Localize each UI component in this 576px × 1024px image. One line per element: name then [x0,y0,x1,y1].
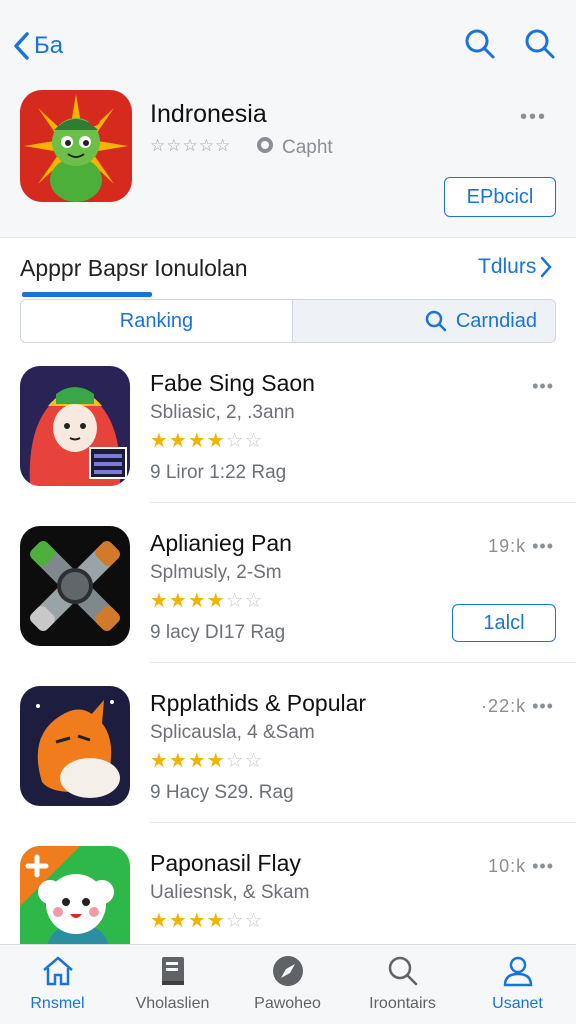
book-icon [161,957,184,985]
app-title: Rpplathids & Popular [150,690,367,716]
section-header: Apppr Bapsr Ionulolan Tdlurs [0,238,576,294]
app-title: Fabe Sing Saon [150,370,315,396]
tab-search-label: Carndiad [455,309,537,332]
more-options-icon[interactable]: 19:k ••• [488,536,554,557]
home-icon [42,956,73,986]
divider [150,822,576,823]
tab-search[interactable]: Carndiad [293,300,555,342]
tab-explore[interactable]: Pawoheo [230,945,345,1024]
get-button[interactable]: 1alcl [452,604,556,642]
app-meta: 9 lacy DI17 Rag [150,622,286,643]
app-title: Aplianieg Pan [150,530,292,556]
see-all-link[interactable]: Tdlurs [478,255,553,279]
tab-label: Usanet [492,995,543,1012]
search-icon [388,956,417,986]
featured-app-get-button[interactable]: EPbcicl [444,177,556,217]
person-icon [503,956,532,987]
compass-icon [272,956,303,986]
tab-label: Rnsmel [30,995,85,1012]
section-title: Apppr Bapsr Ionulolan [20,255,248,281]
featured-app-subtitle: Capht [282,137,333,158]
list-item[interactable]: Fabe Sing Saon Sbliasic, 2, .3ann ★★★★☆☆… [0,350,576,510]
app-subtitle: Splmusly, 2-Sm [150,562,282,583]
app-icon [20,526,130,646]
tab-search[interactable]: Iroontairs [345,945,460,1024]
search-icon[interactable] [522,26,558,62]
app-meta: 9 Liror 1:22 Rag [150,462,287,483]
segmented-control: Ranking Carndiad [20,299,556,343]
app-title: Paponasil Flay [150,850,301,876]
tab-label: Pawoheo [254,995,321,1012]
tab-home[interactable]: Rnsmel [0,945,115,1024]
app-subtitle: Sbliasic, 2, .3ann [150,402,295,423]
rating-stars: ★★★★☆☆ [150,590,264,612]
app-subtitle: Ualiesnsk, & Skam [150,882,310,903]
search-icon[interactable] [462,26,498,62]
tab-label: Iroontairs [369,995,436,1012]
tab-ranking[interactable]: Ranking [21,300,293,342]
featured-app-icon[interactable] [20,90,132,202]
nav-bar: Ба [0,0,576,90]
more-options-icon[interactable]: ••• [532,376,554,397]
featured-app-title: Indronesia [150,100,267,128]
rating-stars: ★★★★☆☆ [150,430,264,452]
search-icon [425,310,447,332]
divider [150,662,576,663]
rating-stars: ☆☆☆☆☆ [150,136,232,155]
divider [150,502,576,503]
tab-account[interactable]: Usanet [460,945,575,1024]
app-meta: 9 Hacy S29. Rag [150,782,294,803]
more-options-icon[interactable]: ·22:k ••• [481,696,554,717]
more-options-icon[interactable]: ••• [520,106,547,129]
more-options-icon[interactable]: 10:k ••• [488,856,554,877]
app-icon [20,366,130,486]
list-item[interactable]: Rpplathids & Popular Splicausla, 4 &Sam … [0,670,576,830]
chevron-right-icon [541,256,553,278]
active-tab-indicator [22,292,152,297]
list-item[interactable]: Aplianieg Pan Splmusly, 2-Sm ★★★★☆☆ 9 la… [0,510,576,670]
back-button[interactable]: Ба [12,26,63,66]
app-subtitle: Splicausla, 4 &Sam [150,722,315,743]
tab-bar: Rnsmel Vholaslien Pawoheo Iroontairs Usa… [0,944,576,1024]
featured-app-header: Indronesia ☆☆☆☆☆ Capht ••• EPbcicl [0,90,576,238]
rating-stars: ★★★★☆☆ [150,910,264,932]
chevron-left-icon [14,32,29,60]
tab-library[interactable]: Vholaslien [115,945,230,1024]
tab-label: Vholaslien [135,995,210,1012]
rating-stars: ★★★★☆☆ [150,750,264,772]
see-all-label: Tdlurs [478,255,537,278]
shield-icon [257,137,273,153]
back-label: Ба [34,32,64,59]
app-icon [20,686,130,806]
